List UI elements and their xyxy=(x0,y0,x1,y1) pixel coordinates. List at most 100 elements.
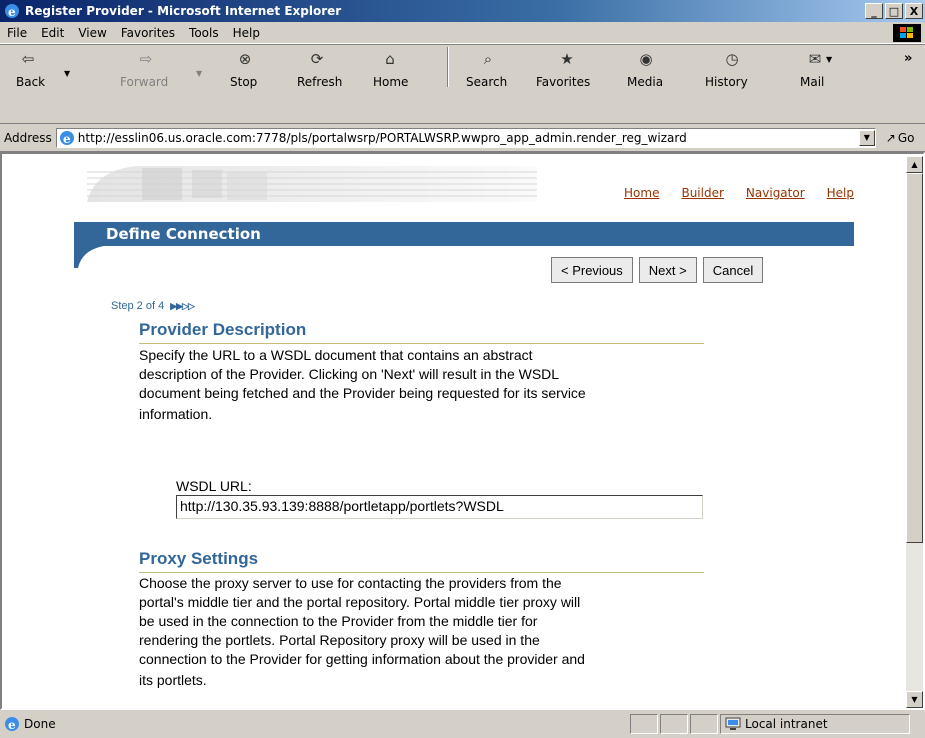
text-line: description of the Provider. Clicking on… xyxy=(139,366,560,382)
page-content: Home Builder Navigator Help Define Conne… xyxy=(0,152,925,710)
text-line: its portlets. xyxy=(139,672,207,688)
back-arrow-icon: ⇦ xyxy=(21,50,35,68)
history-label: History xyxy=(705,75,748,89)
text-line: portal's middle tier and the portal repo… xyxy=(139,594,581,610)
wizard-nav-buttons: < Previous Next > Cancel xyxy=(551,257,764,283)
svg-text:e: e xyxy=(63,132,71,146)
media-label: Media xyxy=(627,75,664,89)
cancel-button[interactable]: Cancel xyxy=(702,257,764,283)
scrollbar-thumb[interactable] xyxy=(906,173,923,543)
forward-label: Forward xyxy=(120,75,169,89)
menu-bar: File Edit View Favorites Tools Help xyxy=(0,22,925,44)
history-icon: ◷ xyxy=(725,50,739,68)
text-line: connection to the Provider for getting i… xyxy=(139,651,585,667)
address-label: Address xyxy=(4,130,52,145)
address-bar: Address e http://esslin06.us.oracle.com:… xyxy=(0,124,925,152)
windows-logo-icon xyxy=(893,24,921,42)
title-bar: e Register Provider - Microsoft Internet… xyxy=(0,0,925,22)
step-text: Step 2 of 4 xyxy=(111,300,165,312)
scroll-up-icon[interactable]: ▲ xyxy=(906,156,923,173)
address-dropdown-icon[interactable]: ▼ xyxy=(858,129,875,146)
forward-dropdown-icon[interactable]: ▼ xyxy=(196,69,202,78)
link-home[interactable]: Home xyxy=(624,186,659,200)
step-progress-icon: ▶▶▷▷ xyxy=(170,300,195,311)
toolbar-overflow-chevron[interactable]: » xyxy=(904,51,912,66)
text-line: be used in the connection to the Provide… xyxy=(139,613,538,629)
search-icon: ⌕ xyxy=(483,50,493,68)
window-title: Register Provider - Microsoft Internet E… xyxy=(25,4,342,18)
portal-banner-graphic xyxy=(87,166,537,202)
zone-text: Local intranet xyxy=(745,717,828,731)
wizard-title: Define Connection xyxy=(106,225,261,243)
text-line: Choose the proxy server to use for conta… xyxy=(139,575,562,591)
wsdl-url-label: WSDL URL: xyxy=(176,478,252,494)
menu-help[interactable]: Help xyxy=(226,26,267,40)
provider-description-title: Provider Description xyxy=(139,320,307,339)
ie-logo-icon: e xyxy=(5,4,19,19)
status-cell xyxy=(690,714,718,734)
stop-label: Stop xyxy=(230,75,258,89)
search-label: Search xyxy=(466,75,508,89)
stop-icon: ⊗ xyxy=(238,50,252,68)
proxy-settings-title: Proxy Settings xyxy=(139,549,259,568)
previous-button[interactable]: < Previous xyxy=(551,257,633,283)
link-help[interactable]: Help xyxy=(827,186,854,200)
proxy-settings-text: Choose the proxy server to use for conta… xyxy=(139,574,699,690)
address-url[interactable]: http://esslin06.us.oracle.com:7778/pls/p… xyxy=(78,131,859,145)
menu-favorites[interactable]: Favorites xyxy=(114,26,182,40)
refresh-label: Refresh xyxy=(297,75,343,89)
close-button[interactable]: X xyxy=(905,3,923,19)
favorites-label: Favorites xyxy=(536,75,591,89)
forward-arrow-icon: ⇨ xyxy=(139,50,153,68)
go-button[interactable]: ↗ Go xyxy=(886,131,915,145)
mail-dropdown-icon[interactable]: ▼ xyxy=(826,55,832,64)
ie-page-icon: e xyxy=(59,130,74,146)
link-navigator[interactable]: Navigator xyxy=(746,186,805,200)
wsdl-url-input[interactable]: http://130.35.93.139:8888/portletapp/por… xyxy=(176,495,703,519)
mail-label: Mail xyxy=(800,75,825,89)
provider-description-text: Specify the URL to a WSDL document that … xyxy=(139,346,699,424)
page-viewport: Home Builder Navigator Help Define Conne… xyxy=(4,156,906,708)
address-field[interactable]: e http://esslin06.us.oracle.com:7778/pls… xyxy=(55,127,876,148)
favorites-icon: ★ xyxy=(560,50,574,68)
text-line: Specify the URL to a WSDL document that … xyxy=(139,347,533,363)
minimize-button[interactable]: _ xyxy=(865,3,883,19)
security-zone: Local intranet xyxy=(720,714,910,734)
go-label: Go xyxy=(897,130,915,145)
go-arrow-icon: ↗ xyxy=(885,130,896,145)
header-curve-decoration xyxy=(74,246,104,268)
home-icon: ⌂ xyxy=(385,50,395,68)
status-bar: e Done Local intranet xyxy=(0,710,925,738)
text-line: document being fetched and the Provider … xyxy=(139,385,586,401)
menu-view[interactable]: View xyxy=(71,26,113,40)
status-cell xyxy=(660,714,688,734)
maximize-button[interactable]: □ xyxy=(885,3,903,19)
refresh-icon: ⟳ xyxy=(310,50,324,68)
wizard-header: Define Connection xyxy=(74,222,854,246)
menu-edit[interactable]: Edit xyxy=(34,26,71,40)
step-indicator: Step 2 of 4 ▶▶▷▷ xyxy=(111,300,195,312)
text-line: information. xyxy=(139,406,213,422)
top-links: Home Builder Navigator Help xyxy=(624,186,854,200)
status-main: e Done xyxy=(0,716,628,732)
text-line: rendering the portlets. Portal Repositor… xyxy=(139,632,540,648)
local-intranet-icon xyxy=(725,717,741,730)
scroll-down-icon[interactable]: ▼ xyxy=(906,691,923,708)
svg-text:e: e xyxy=(8,718,16,732)
vertical-scrollbar[interactable]: ▲ ▼ xyxy=(906,156,923,708)
link-builder[interactable]: Builder xyxy=(681,186,723,200)
home-label: Home xyxy=(373,75,409,89)
svg-text:e: e xyxy=(8,5,16,19)
back-label: Back xyxy=(16,75,46,89)
toolbar: ⇦ Back ▼ ⇨ Forward ▼ ⊗ Stop ⟳ Refresh ⌂ … xyxy=(0,44,925,124)
menu-file[interactable]: File xyxy=(0,26,34,40)
menu-tools[interactable]: Tools xyxy=(182,26,226,40)
section-divider xyxy=(139,572,704,573)
next-button[interactable]: Next > xyxy=(638,257,697,283)
mail-icon: ✉ xyxy=(808,50,822,68)
back-dropdown-icon[interactable]: ▼ xyxy=(64,69,70,78)
section-divider xyxy=(139,343,704,344)
status-text: Done xyxy=(24,717,56,731)
ie-status-icon: e xyxy=(5,717,19,732)
toolbar-separator xyxy=(447,47,449,87)
